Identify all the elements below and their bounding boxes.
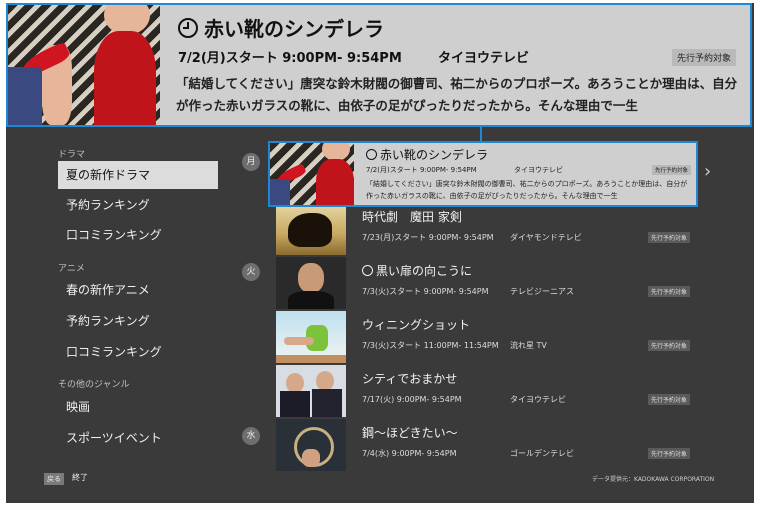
sidebar-item-sports-events[interactable]: スポーツイベント — [58, 424, 218, 452]
program-row[interactable]: ウィニングショット 7/3(火)スタート 11:00PM- 11:54PM 流れ… — [276, 311, 698, 363]
program-title: 赤い靴のシンデレラ — [366, 146, 488, 163]
program-title: ウィニングショット — [362, 318, 471, 332]
program-thumbnail — [276, 419, 346, 471]
reminder-clock-icon — [366, 149, 377, 160]
program-schedule: 7/2(月)スタート 9:00PM- 9:54PM — [366, 166, 477, 174]
day-badge-monday: 月 — [242, 153, 260, 171]
detail-title-text: 赤い靴のシンデレラ — [204, 17, 384, 41]
program-row[interactable]: 鋼～ほどきたい～ 7/4(水) 9:00PM- 9:54PM ゴールデンテレビ … — [276, 419, 698, 471]
tv-guide-screen: 赤い靴のシンデレラ 7/2(月)スタート 9:00PM- 9:54PM タイヨウ… — [6, 3, 754, 503]
detail-description: 「結婚してください」唐突な鈴木財閥の御曹司、祐二からのプロポーズ。あろうことか理… — [176, 76, 738, 113]
category-heading-anime: アニメ — [58, 264, 85, 274]
program-title-text: 黒い扉の向こうに — [376, 264, 473, 278]
program-channel: タイヨウテレビ — [514, 166, 563, 174]
program-thumbnail — [276, 365, 346, 417]
preorder-badge: 先行予約対象 — [648, 394, 691, 405]
sidebar-item-movies[interactable]: 映画 — [58, 393, 218, 421]
preorder-badge: 先行予約対象 — [652, 165, 692, 175]
category-heading-other: その他のジャンル — [58, 380, 130, 390]
detail-thumbnail — [8, 5, 160, 125]
program-channel: ゴールデンテレビ — [510, 449, 574, 458]
category-heading-drama: ドラマ — [58, 150, 86, 160]
detail-channel: タイヨウテレビ — [438, 51, 530, 66]
sidebar-item-summer-drama[interactable]: 夏の新作ドラマ — [58, 161, 218, 189]
detail-schedule: 7/2(月)スタート 9:00PM- 9:54PM — [178, 51, 402, 66]
program-schedule: 7/23(月)スタート 9:00PM- 9:54PM — [362, 233, 494, 242]
program-channel: テレビジーニアス — [510, 287, 574, 296]
program-title: 鋼～ほどきたい～ — [362, 426, 458, 440]
preorder-badge: 先行予約対象 — [648, 232, 691, 243]
focus-connector — [480, 125, 482, 141]
reminder-clock-icon — [178, 18, 198, 38]
program-schedule: 7/17(火) 9:00PM- 9:54PM — [362, 395, 462, 404]
program-channel: 流れ星 TV — [510, 341, 547, 350]
sidebar-item-drama-reservation-ranking[interactable]: 予約ランキング — [58, 191, 218, 219]
back-key-icon[interactable]: 戻る — [44, 473, 64, 485]
sidebar-item-anime-review-ranking[interactable]: 口コミランキング — [58, 338, 218, 366]
sidebar-item-anime-reservation-ranking[interactable]: 予約ランキング — [58, 307, 218, 335]
program-title: 黒い扉の向こうに — [362, 262, 472, 279]
exit-label: 終了 — [72, 473, 88, 482]
program-row[interactable]: 黒い扉の向こうに 7/3(火)スタート 9:00PM- 9:54PM テレビジー… — [276, 257, 698, 309]
program-thumbnail — [276, 311, 346, 363]
day-badge-tuesday: 火 — [242, 263, 260, 281]
program-title: 時代劇 魔田 家剣 — [362, 210, 462, 224]
program-schedule: 7/3(火)スタート 9:00PM- 9:54PM — [362, 287, 489, 296]
program-schedule: 7/4(水) 9:00PM- 9:54PM — [362, 449, 457, 458]
program-detail-panel: 赤い靴のシンデレラ 7/2(月)スタート 9:00PM- 9:54PM タイヨウ… — [6, 3, 752, 127]
preorder-badge: 先行予約対象 — [648, 286, 691, 297]
detail-preorder-badge: 先行予約対象 — [672, 49, 737, 66]
program-row-selected[interactable]: 赤い靴のシンデレラ 7/2(月)スタート 9:00PM- 9:54PM タイヨウ… — [268, 141, 698, 207]
program-description: 「結婚してください」唐突な鈴木財閥の御曹司、祐二からのプロポーズ。あろうことか理… — [366, 180, 688, 200]
program-channel: タイヨウテレビ — [510, 395, 566, 404]
program-row[interactable]: 時代劇 魔田 家剣 7/23(月)スタート 9:00PM- 9:54PM ダイヤ… — [276, 203, 698, 255]
program-schedule: 7/3(火)スタート 11:00PM- 11:54PM — [362, 341, 499, 350]
program-thumbnail — [276, 257, 346, 309]
program-title-text: 赤い靴のシンデレラ — [380, 148, 489, 162]
data-provider-credit: データ提供元：KADOKAWA CORPORATION — [592, 476, 715, 483]
program-row[interactable]: シティでおまかせ 7/17(火) 9:00PM- 9:54PM タイヨウテレビ … — [276, 365, 698, 417]
preorder-badge: 先行予約対象 — [648, 448, 691, 459]
program-thumbnail — [270, 143, 354, 205]
chevron-right-icon[interactable]: › — [704, 161, 711, 182]
sidebar-item-drama-review-ranking[interactable]: 口コミランキング — [58, 221, 218, 249]
program-channel: ダイヤモンドテレビ — [510, 233, 582, 242]
program-thumbnail — [276, 203, 346, 255]
reminder-clock-icon — [362, 265, 373, 276]
sidebar-item-spring-anime[interactable]: 春の新作アニメ — [58, 276, 218, 304]
preorder-badge: 先行予約対象 — [648, 340, 691, 351]
program-title: シティでおまかせ — [362, 372, 458, 386]
detail-title: 赤い靴のシンデレラ — [178, 13, 384, 42]
day-badge-wednesday: 水 — [242, 427, 260, 445]
